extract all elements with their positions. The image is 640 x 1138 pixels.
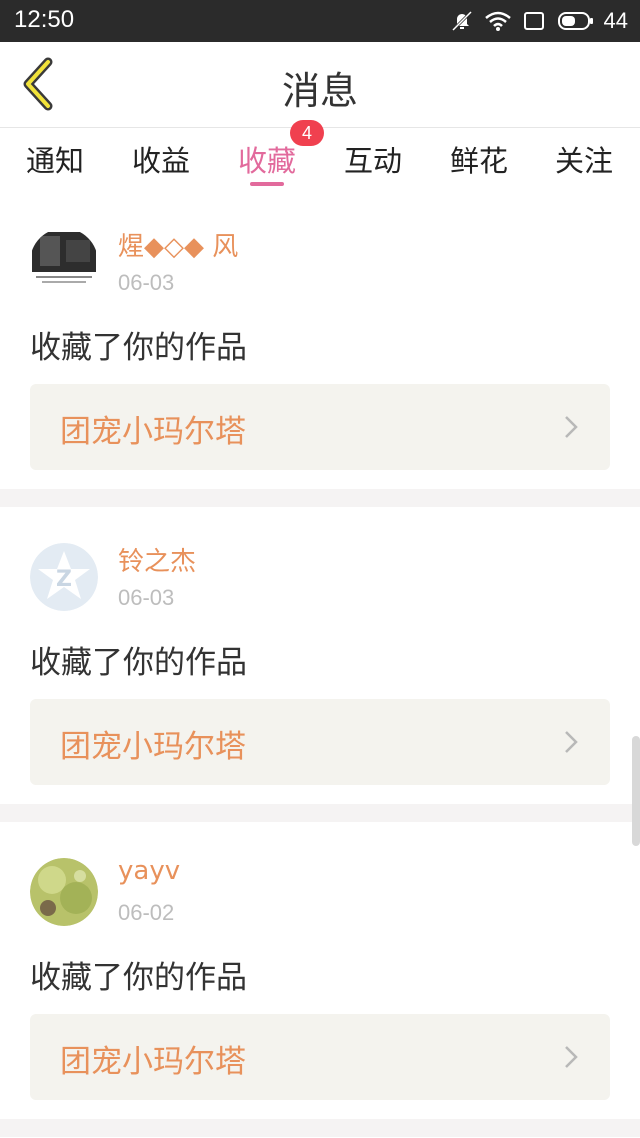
top-bar: 消息 xyxy=(0,42,640,128)
status-bar: 12:50 44 xyxy=(0,0,640,42)
list-item: yayv 06-02 收藏了你的作品 团宠小玛尔塔 xyxy=(0,822,640,1119)
work-link[interactable]: 团宠小玛尔塔 xyxy=(30,1014,610,1100)
message-date: 06-03 xyxy=(118,270,175,295)
action-text: 收藏了你的作品 xyxy=(30,645,247,681)
chevron-right-icon xyxy=(565,1046,578,1068)
avatar[interactable]: Z xyxy=(30,543,98,611)
favorites-count-badge: 4 xyxy=(290,120,324,146)
tab-following[interactable]: 关注 xyxy=(555,138,613,180)
battery-icon xyxy=(557,12,593,30)
tab-notifications[interactable]: 通知 xyxy=(26,138,84,180)
avatar[interactable] xyxy=(30,228,98,296)
work-title: 团宠小玛尔塔 xyxy=(60,729,246,765)
chevron-right-icon xyxy=(565,731,578,753)
chevron-right-icon xyxy=(565,416,578,438)
work-title: 团宠小玛尔塔 xyxy=(60,414,246,450)
work-link[interactable]: 团宠小玛尔塔 xyxy=(30,384,610,470)
divider xyxy=(0,804,640,822)
message-list: 煋◆◇◆ 风 06-03 收藏了你的作品 团宠小玛尔塔 Z 铃之杰 06-03 … xyxy=(0,192,640,1137)
mute-icon xyxy=(451,10,472,32)
wifi-icon xyxy=(484,11,511,31)
tab-flowers[interactable]: 鲜花 xyxy=(450,138,508,180)
tab-favorites[interactable]: 收藏 xyxy=(238,138,296,180)
tab-interactions[interactable]: 互动 xyxy=(344,138,402,180)
svg-text:Z: Z xyxy=(56,567,72,592)
status-time: 12:50 xyxy=(14,6,75,33)
user-name[interactable]: 铃之杰 xyxy=(118,541,196,578)
user-name[interactable]: 煋◆◇◆ 风 xyxy=(118,226,238,263)
scrollbar[interactable] xyxy=(632,736,640,846)
tab-earnings[interactable]: 收益 xyxy=(132,138,190,180)
active-tab-indicator xyxy=(250,182,284,186)
user-name[interactable]: yayv xyxy=(118,856,180,886)
action-text: 收藏了你的作品 xyxy=(30,960,247,996)
sim-icon xyxy=(523,12,544,30)
status-icons: 44 xyxy=(450,7,628,35)
work-title: 团宠小玛尔塔 xyxy=(60,1044,246,1080)
battery-level: 44 xyxy=(603,8,628,33)
list-item: 煋◆◇◆ 风 06-03 收藏了你的作品 团宠小玛尔塔 xyxy=(0,192,640,489)
divider xyxy=(0,1119,640,1137)
avatar[interactable] xyxy=(30,858,98,926)
message-date: 06-02 xyxy=(118,900,175,925)
tab-bar: 通知 收益 收藏 4 互动 鲜花 关注 xyxy=(0,120,640,192)
divider xyxy=(0,489,640,507)
work-link[interactable]: 团宠小玛尔塔 xyxy=(30,699,610,785)
list-item: Z 铃之杰 06-03 收藏了你的作品 团宠小玛尔塔 xyxy=(0,507,640,804)
page-title: 消息 xyxy=(281,69,358,113)
message-date: 06-03 xyxy=(118,585,175,610)
action-text: 收藏了你的作品 xyxy=(30,330,247,366)
